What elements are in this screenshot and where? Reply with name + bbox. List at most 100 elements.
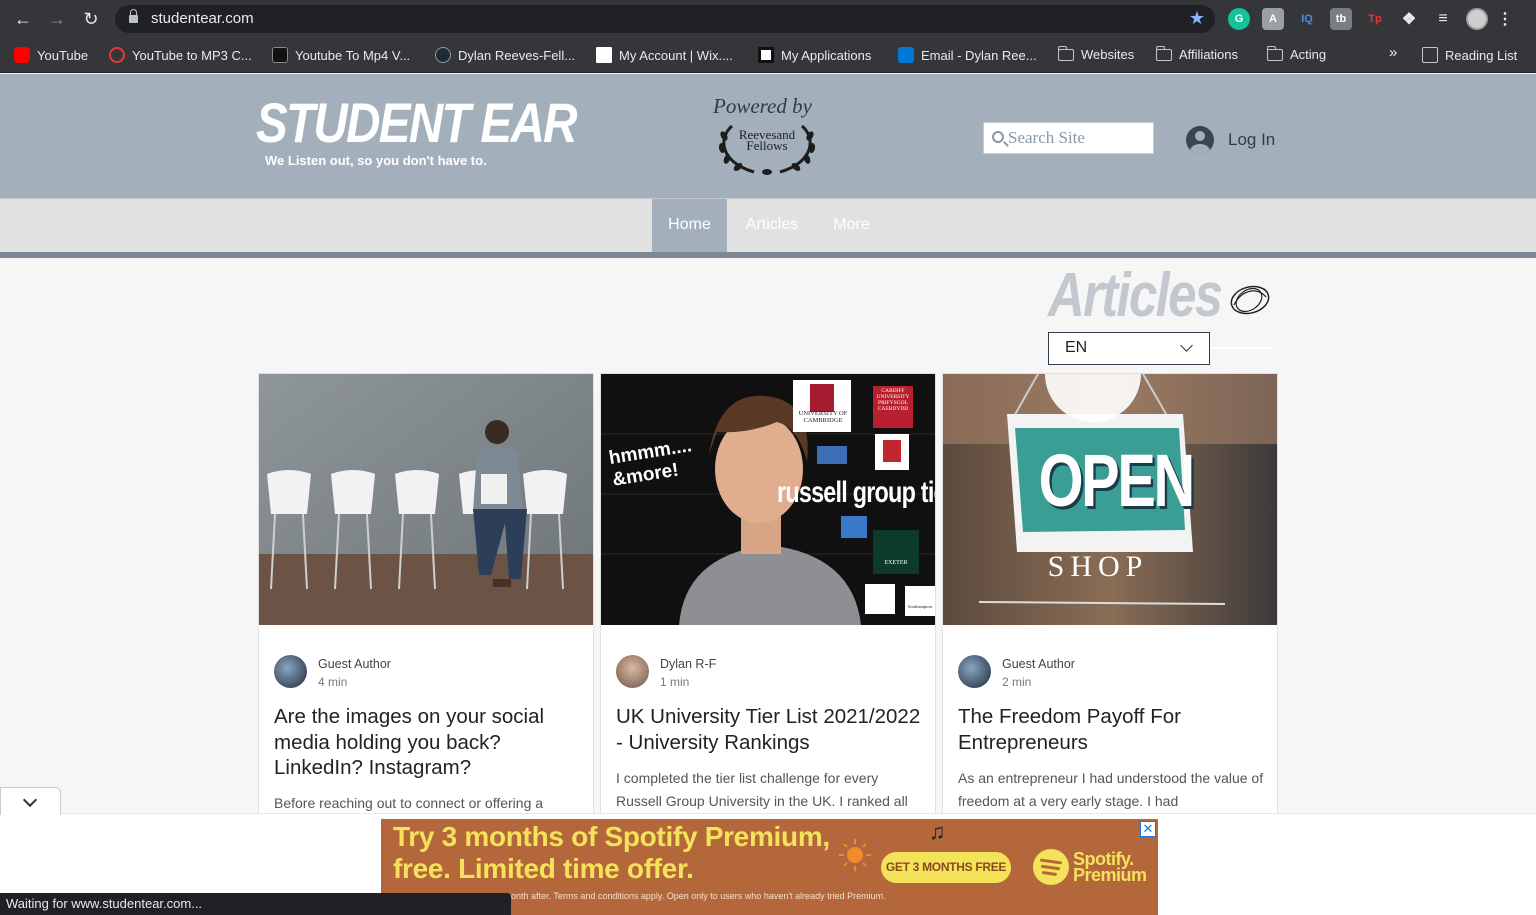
ad-cta-button[interactable]: GET 3 MONTHS FREE <box>881 852 1011 883</box>
bookmark-label: Email - Dylan Ree... <box>921 47 1037 63</box>
language-select[interactable]: EN <box>1048 332 1210 365</box>
music-note-icon: ♫ <box>929 819 946 844</box>
browser-toolbar: ← → ↻ studentear.com ★ G A IQ tb Tp ❖ ≡ … <box>0 0 1536 38</box>
bookmark-dylan-reeves[interactable]: Dylan Reeves-Fell... <box>435 47 575 63</box>
bookmark-label: My Account | Wix.... <box>619 47 733 63</box>
bookmark-label: YouTube <box>37 47 89 63</box>
author-name[interactable]: Guest Author <box>318 657 391 671</box>
author-avatar[interactable] <box>616 655 649 688</box>
search-input[interactable] <box>1008 127 1148 149</box>
sk-icon <box>435 47 451 63</box>
spotify-logo: Spotify. Premium <box>1033 849 1147 885</box>
bookmark-email[interactable]: Email - Dylan Ree... <box>898 47 1037 63</box>
bookmark-folder-acting[interactable]: Acting <box>1266 45 1327 62</box>
sun-icon <box>839 839 871 871</box>
article-title[interactable]: UK University Tier List 2021/2022 - Univ… <box>616 704 922 755</box>
sponsor-logo[interactable]: Reevesand Fellows <box>714 122 820 176</box>
articles-heading: Articles <box>1048 261 1223 330</box>
author-name[interactable]: Dylan R-F <box>660 657 716 671</box>
tb-extension-icon[interactable]: tb <box>1330 8 1352 30</box>
bookmark-folder-affiliations[interactable]: Affiliations <box>1155 45 1239 62</box>
ad-headline-line1: Try 3 months of Spotify Premium, <box>393 821 830 852</box>
ad-headline-line2: free. Limited time offer. <box>393 853 694 884</box>
shop-sign-text: SHOP <box>1047 550 1149 583</box>
profile-avatar[interactable] <box>1466 8 1488 30</box>
article-card[interactable]: hmmm.... &more! russell group tie UNIVER… <box>600 373 936 823</box>
thumbnail-caption-2: russell group tie <box>777 476 935 509</box>
bookmark-wix-account[interactable]: My Account | Wix.... <box>596 47 733 63</box>
nav-more[interactable]: More <box>823 199 880 253</box>
grammarly-icon[interactable]: G <box>1228 8 1250 30</box>
author-name[interactable]: Guest Author <box>1002 657 1075 671</box>
bookmark-label: My Applications <box>781 47 872 63</box>
article-image[interactable]: hmmm.... &more! russell group tie UNIVER… <box>601 374 935 625</box>
read-time: 4 min <box>318 675 348 689</box>
sponsor-name: Reevesand Fellows <box>714 128 820 152</box>
chevron-down-icon <box>22 792 38 808</box>
browser-status-bar: Waiting for www.studentear.com... <box>0 893 511 915</box>
menu-kebab-icon[interactable]: ⋮ <box>1497 8 1513 30</box>
read-time: 1 min <box>660 675 690 689</box>
cardiff-logo-text: CARDIFF UNIVERSITY PRIFYSGOL CAERDYDD <box>876 388 910 412</box>
folder-icon <box>1155 45 1172 61</box>
ad-collapse-toggle[interactable] <box>0 787 61 815</box>
article-image[interactable]: OPEN SHOP <box>943 374 1277 625</box>
search-icon <box>992 131 1004 143</box>
ad-fine-print: onth after. Terms and conditions apply. … <box>511 891 886 901</box>
back-arrow-icon[interactable]: ← <box>12 8 34 30</box>
ad-headline: Try 3 months of Spotify Premium, free. L… <box>393 821 830 885</box>
bookmark-label: Acting <box>1290 47 1327 62</box>
url-text: studentear.com <box>151 10 254 27</box>
language-value: EN <box>1065 339 1088 356</box>
author-avatar[interactable] <box>274 655 307 688</box>
site-search[interactable] <box>983 122 1154 154</box>
article-card[interactable]: Guest Author 4 min Are the images on you… <box>258 373 594 823</box>
login-button[interactable]: Log In <box>1186 126 1275 154</box>
bookmarks-overflow-button[interactable]: » <box>1389 44 1397 61</box>
reading-list-icon <box>1422 47 1438 63</box>
media-queue-icon[interactable]: ≡ <box>1432 8 1454 30</box>
article-card[interactable]: OPEN SHOP Guest Author 2 min The Freedom… <box>942 373 1278 823</box>
lock-icon <box>129 9 138 24</box>
bookmark-youtube[interactable]: YouTube <box>14 47 88 63</box>
article-title[interactable]: Are the images on your social media hold… <box>274 704 580 781</box>
iq-extension-icon[interactable]: IQ <box>1296 8 1318 30</box>
bookmarks-bar: YouTube YouTube to MP3 C... Youtube To M… <box>0 38 1536 73</box>
article-title[interactable]: The Freedom Payoff For Entrepreneurs <box>958 704 1264 755</box>
bookmark-yt-mp4[interactable]: Youtube To Mp4 V... <box>272 47 410 63</box>
reload-icon[interactable]: ↻ <box>80 8 102 30</box>
bookmark-label: Affiliations <box>1179 47 1239 62</box>
user-avatar-icon <box>1186 126 1214 154</box>
applications-icon <box>758 47 774 63</box>
reading-list-label: Reading List <box>1445 47 1518 63</box>
author-avatar[interactable] <box>958 655 991 688</box>
nav-home[interactable]: Home <box>652 199 727 253</box>
spotify-wordmark: Spotify. Premium <box>1073 850 1147 885</box>
nav-articles[interactable]: Articles <box>734 199 810 253</box>
puzzle-icon[interactable]: ❖ <box>1398 8 1420 30</box>
powered-by-label: Powered by <box>713 94 812 118</box>
bookmark-star-icon[interactable]: ★ <box>1189 8 1205 29</box>
tp-extension-icon[interactable]: Tp <box>1364 8 1386 30</box>
article-image[interactable] <box>259 374 593 625</box>
scribble-icon <box>1230 285 1270 315</box>
address-bar[interactable]: studentear.com ★ <box>115 5 1215 33</box>
bookmark-folder-websites[interactable]: Websites <box>1057 45 1135 62</box>
exeter-logo-text: EXETER <box>884 560 908 566</box>
reading-list-button[interactable]: Reading List <box>1422 47 1517 63</box>
bookmark-yt-mp3[interactable]: YouTube to MP3 C... <box>109 47 252 63</box>
youtube-icon <box>14 47 30 63</box>
mp4-converter-icon <box>272 47 288 63</box>
site-logo[interactable]: STUDENT EAR <box>256 90 578 155</box>
bookmark-label: YouTube to MP3 C... <box>132 47 252 63</box>
article-excerpt: Before reaching out to connect or offeri… <box>274 795 544 811</box>
ad-close-icon[interactable]: ✕ <box>1140 821 1156 837</box>
cambridge-logo-text: UNIVERSITY OF CAMBRIDGE <box>798 410 848 424</box>
spotify-wordmark-line2: Premium <box>1073 865 1147 885</box>
extension-icon[interactable]: A <box>1262 8 1284 30</box>
chevron-down-icon <box>1180 339 1193 352</box>
read-time: 2 min <box>1002 675 1032 689</box>
forward-arrow-icon[interactable]: → <box>46 8 68 30</box>
bookmark-my-applications[interactable]: My Applications <box>758 47 871 63</box>
bookmark-label: Websites <box>1081 47 1135 62</box>
